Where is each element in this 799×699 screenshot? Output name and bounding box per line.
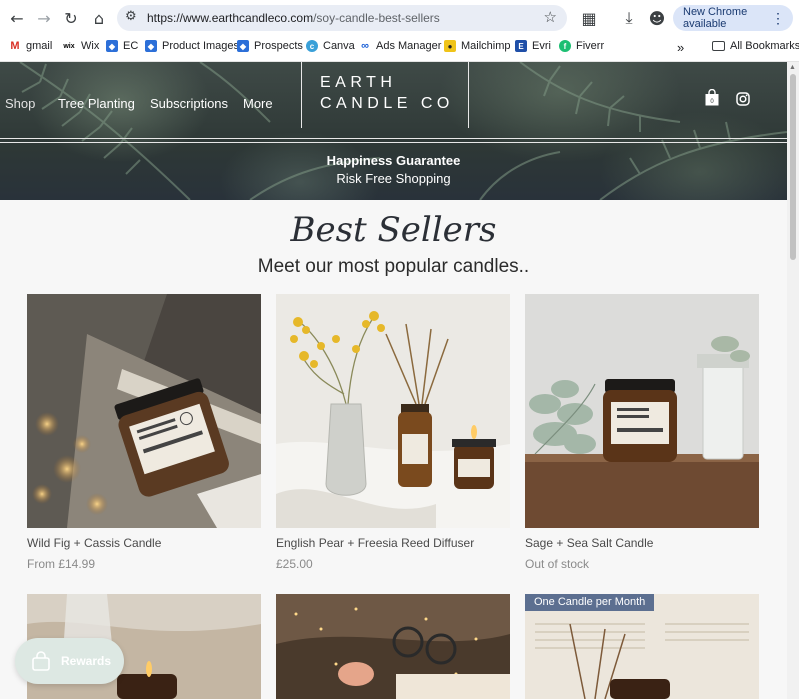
- home-icon[interactable]: ⌂: [87, 6, 111, 30]
- bookmark-product-images[interactable]: ◆ Product Images: [145, 40, 239, 52]
- header-divider-bottom: [0, 142, 787, 143]
- bookmark-label: Canva: [323, 40, 355, 52]
- shopping-bag-icon: [32, 651, 50, 671]
- download-icon[interactable]: ⤓: [617, 6, 641, 30]
- bookmark-label: Fiverr: [576, 40, 605, 52]
- bookmark-prospects[interactable]: ◆ Prospects: [237, 40, 303, 52]
- nav-subscriptions[interactable]: Subscriptions: [150, 96, 228, 111]
- product-image: [276, 594, 510, 699]
- evri-icon: E: [515, 40, 527, 52]
- folder-icon: ◆: [106, 40, 118, 52]
- instagram-icon[interactable]: [736, 92, 750, 106]
- url-path: /soy-candle-best-sellers: [313, 11, 440, 25]
- bookmark-evri[interactable]: E Evri: [515, 40, 551, 52]
- site-header: Shop Tree Planting Subscriptions More EA…: [0, 62, 787, 200]
- bookmark-gmail[interactable]: Mgmail: [9, 40, 52, 52]
- bookmark-ec[interactable]: ◆ EC: [106, 40, 138, 52]
- bookmark-label: Prospects: [254, 40, 303, 52]
- bookmark-label: Mailchimp: [461, 40, 511, 52]
- bookmark-label: gmail: [26, 40, 53, 52]
- browser-toolbar: ← → ↻ ⌂ ⚙ https://www.earthcandleco.com/…: [0, 0, 799, 36]
- bookmark-label: Ads Manager: [376, 40, 442, 52]
- bookmark-star-icon[interactable]: ☆: [544, 8, 557, 26]
- sage-candle-photo[interactable]: [525, 294, 759, 528]
- profile-icon[interactable]: ☻: [645, 6, 669, 30]
- logo-line-1: EARTH: [320, 74, 397, 91]
- rewards-button[interactable]: Rewards: [15, 638, 124, 684]
- bookmark-fiverr[interactable]: f Fiverr: [559, 40, 604, 52]
- rewards-label: Rewards: [61, 654, 112, 668]
- site-logo[interactable]: EARTH CANDLE CO: [301, 62, 469, 128]
- header-divider-top: [0, 138, 787, 139]
- product-price: £25.00: [276, 557, 313, 571]
- bookmark-canva[interactable]: c Canva: [306, 40, 355, 52]
- gmail-icon: M: [9, 40, 21, 52]
- product-image: [27, 294, 261, 528]
- product-card[interactable]: Wild Fig + Cassis Candle From £14.99: [27, 294, 261, 584]
- scrollbar-thumb[interactable]: [790, 74, 796, 260]
- product-price: From £14.99: [27, 557, 96, 571]
- address-bar[interactable]: ⚙ https://www.earthcandleco.com/soy-cand…: [117, 5, 567, 31]
- all-bookmarks-button[interactable]: All Bookmarks: [712, 40, 799, 52]
- site-settings-icon[interactable]: ⚙: [125, 9, 137, 24]
- subscription-ribbon: One Candle per Month: [525, 594, 655, 611]
- wix-icon: wix: [62, 40, 76, 52]
- more-bookmarks-chevron-icon[interactable]: »: [677, 40, 684, 55]
- main-content: Best Sellers Meet our most popular candl…: [0, 200, 787, 699]
- product-image: [525, 294, 759, 528]
- guarantee-title: Happiness Guarantee: [326, 153, 461, 168]
- mailchimp-icon: ●: [444, 40, 456, 52]
- folder-icon: ◆: [237, 40, 249, 52]
- url-host: https://www.earthcandleco.com: [147, 11, 314, 25]
- folder-icon: ◆: [145, 40, 157, 52]
- shopping-bag-icon[interactable]: 0: [705, 89, 719, 106]
- folder-outline-icon: [712, 41, 725, 51]
- product-image: [276, 294, 510, 528]
- nav-tree-planting[interactable]: Tree Planting: [58, 96, 135, 111]
- page-scrollbar[interactable]: ▲: [787, 62, 799, 699]
- page-title: Best Sellers: [290, 210, 497, 250]
- meta-icon: ∞: [359, 40, 371, 52]
- menu-dots-icon[interactable]: ⋮: [771, 10, 785, 27]
- bookmark-mailchimp[interactable]: ● Mailchimp: [444, 40, 511, 52]
- product-name[interactable]: Sage + Sea Salt Candle: [525, 536, 653, 550]
- product-name[interactable]: English Pear + Freesia Reed Diffuser: [276, 536, 474, 550]
- back-arrow-icon[interactable]: ←: [5, 6, 29, 30]
- product-name[interactable]: Wild Fig + Cassis Candle: [27, 536, 161, 550]
- bookmark-ads-manager[interactable]: ∞ Ads Manager: [359, 40, 441, 52]
- forward-arrow-icon[interactable]: →: [32, 6, 56, 30]
- fiverr-icon: f: [559, 40, 571, 52]
- product-photo[interactable]: [276, 594, 510, 699]
- reed-diffuser-photo[interactable]: [276, 294, 510, 528]
- product-card[interactable]: One Candle per Month: [525, 594, 759, 699]
- bookmark-label: Wix: [81, 40, 100, 52]
- product-card[interactable]: English Pear + Freesia Reed Diffuser £25…: [276, 294, 510, 584]
- nav-shop[interactable]: Shop: [5, 96, 35, 111]
- logo-line-2: CANDLE CO: [320, 95, 454, 112]
- product-card[interactable]: [276, 594, 510, 699]
- scroll-up-arrow-icon[interactable]: ▲: [789, 64, 796, 71]
- url-text[interactable]: https://www.earthcandleco.com/soy-candle…: [147, 11, 440, 25]
- bookmarks-bar: Mgmail wix Wix ◆ EC ◆ Product Images ◆ Prosp…: [0, 36, 799, 62]
- canva-icon: c: [306, 40, 318, 52]
- reload-icon[interactable]: ↻: [59, 6, 83, 30]
- product-price: Out of stock: [525, 557, 590, 571]
- extensions-icon[interactable]: ▦: [577, 6, 601, 30]
- page-subtitle: Meet our most popular candles..: [257, 256, 530, 277]
- nav-more[interactable]: More: [243, 96, 273, 111]
- bookmark-label: EC: [123, 40, 139, 52]
- wild-fig-candle-photo[interactable]: [27, 294, 261, 528]
- bookmark-label: Evri: [532, 40, 551, 52]
- bookmark-label: Product Images: [162, 40, 240, 52]
- all-bookmarks-label: All Bookmarks: [730, 40, 799, 52]
- guarantee-subtitle: Risk Free Shopping: [336, 171, 451, 186]
- new-chrome-available-button[interactable]: New Chrome available ⋮: [673, 5, 793, 31]
- bookmark-wix[interactable]: wix Wix: [62, 40, 99, 52]
- product-card[interactable]: Sage + Sea Salt Candle Out of stock: [525, 294, 759, 584]
